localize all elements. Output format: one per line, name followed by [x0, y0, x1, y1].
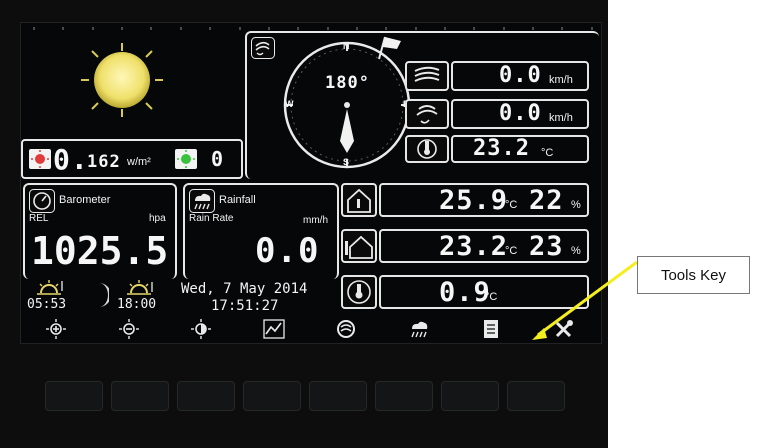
tools-key-callout: Tools Key: [637, 256, 750, 294]
callout-arrow: [532, 260, 638, 340]
